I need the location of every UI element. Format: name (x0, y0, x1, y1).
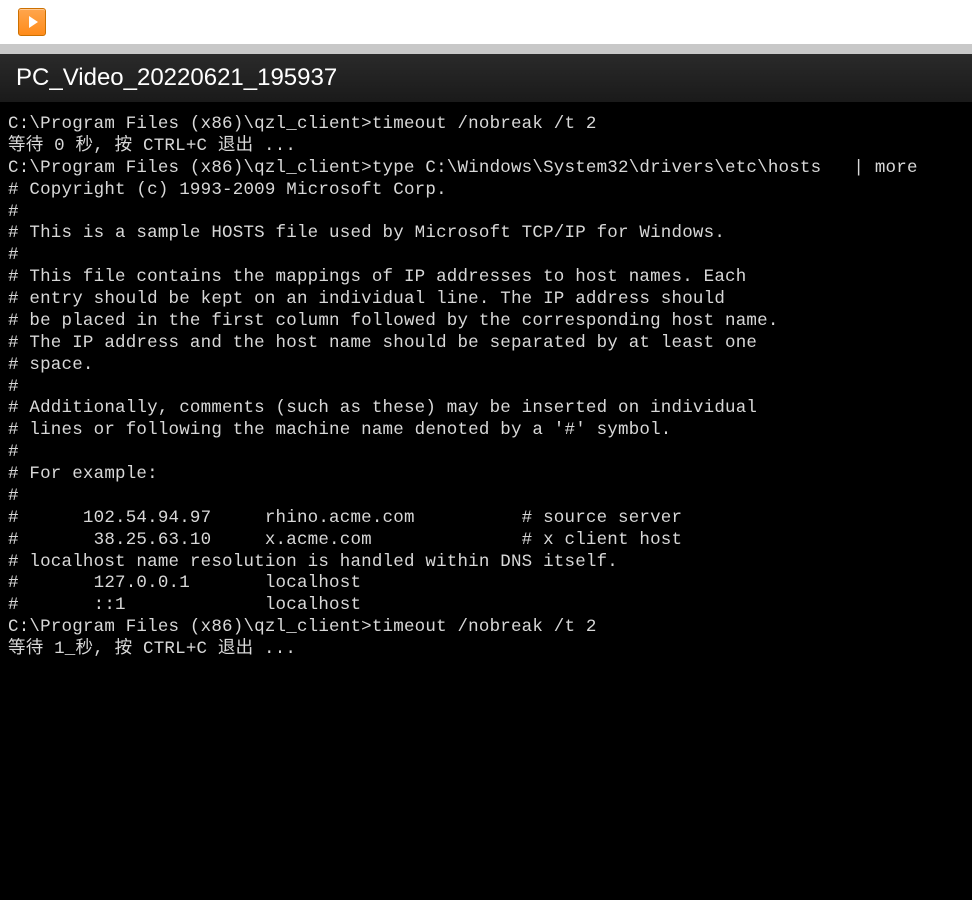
terminal-line: # (8, 245, 964, 267)
play-button[interactable] (18, 8, 46, 36)
terminal-line: # This file contains the mappings of IP … (8, 267, 964, 289)
terminal-line: # The IP address and the host name shoul… (8, 333, 964, 355)
terminal-line: # Additionally, comments (such as these)… (8, 398, 964, 420)
terminal-line: 等待 1_秒, 按 CTRL+C 退出 ... (8, 639, 964, 661)
terminal-line: # space. (8, 355, 964, 377)
terminal-line: # 127.0.0.1 localhost (8, 573, 964, 595)
terminal-line: # ::1 localhost (8, 595, 964, 617)
terminal-line: # (8, 442, 964, 464)
terminal-line: # 102.54.94.97 rhino.acme.com # source s… (8, 508, 964, 530)
terminal-line: # lines or following the machine name de… (8, 420, 964, 442)
terminal-line: # entry should be kept on an individual … (8, 289, 964, 311)
terminal-output[interactable]: C:\Program Files (x86)\qzl_client>timeou… (0, 102, 972, 900)
play-icon (29, 16, 38, 28)
terminal-line: # (8, 377, 964, 399)
terminal-line: # localhost name resolution is handled w… (8, 552, 964, 574)
terminal-line: # Copyright (c) 1993-2009 Microsoft Corp… (8, 180, 964, 202)
separator-bar (0, 44, 972, 54)
terminal-line: # For example: (8, 464, 964, 486)
terminal-line: 等待 0 秒, 按 CTRL+C 退出 ... (8, 136, 964, 158)
terminal-line: C:\Program Files (x86)\qzl_client>timeou… (8, 114, 964, 136)
terminal-line: # (8, 486, 964, 508)
window-title: PC_Video_20220621_195937 (16, 64, 337, 92)
terminal-line: # (8, 202, 964, 224)
toolbar (0, 0, 972, 44)
terminal-line: # This is a sample HOSTS file used by Mi… (8, 223, 964, 245)
terminal-line: C:\Program Files (x86)\qzl_client>timeou… (8, 617, 964, 639)
terminal-line: # be placed in the first column followed… (8, 311, 964, 333)
title-bar: PC_Video_20220621_195937 (0, 54, 972, 102)
terminal-line: C:\Program Files (x86)\qzl_client>type C… (8, 158, 964, 180)
terminal-line: # 38.25.63.10 x.acme.com # x client host (8, 530, 964, 552)
